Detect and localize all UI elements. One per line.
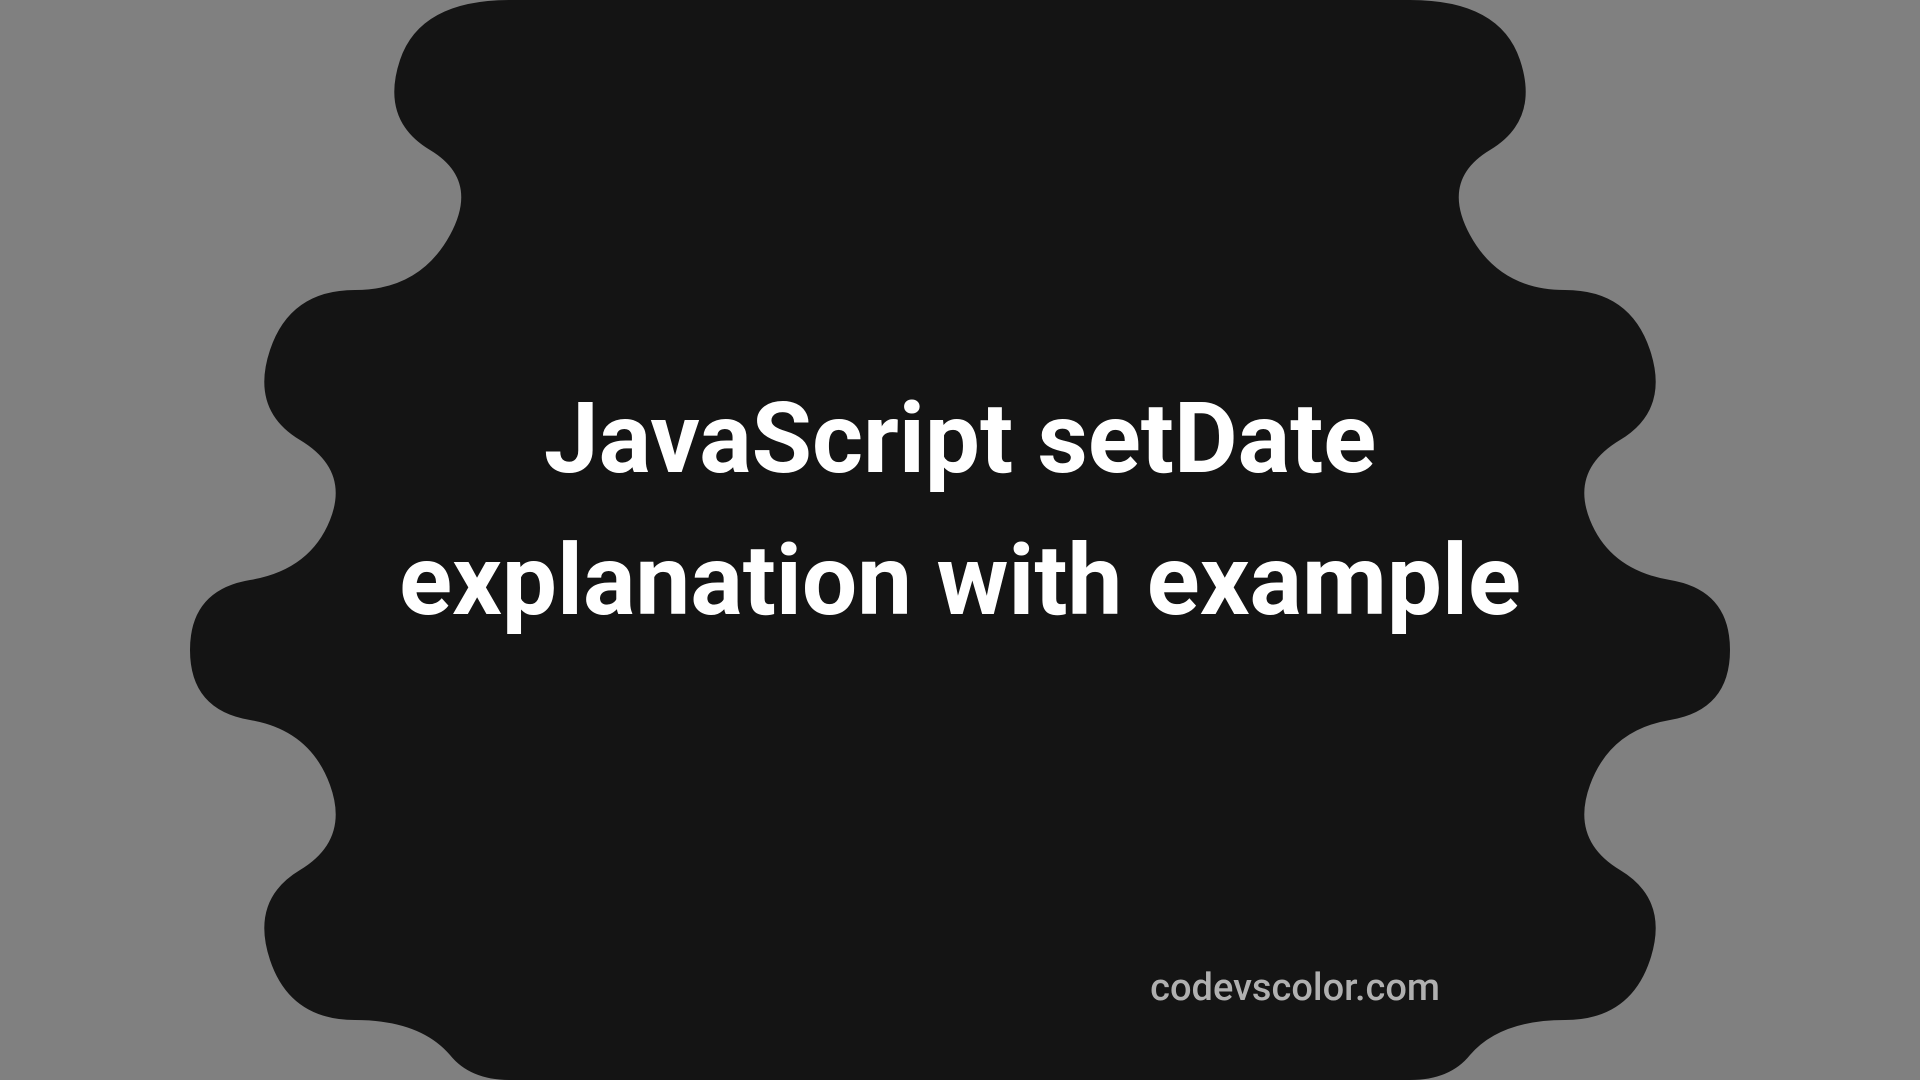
footer-credit: codevscolor.com [1150, 966, 1440, 1010]
content-area: JavaScript setDate explanation with exam… [190, 0, 1730, 1080]
hero-banner: JavaScript setDate explanation with exam… [190, 0, 1730, 1080]
page-title: JavaScript setDate explanation with exam… [390, 368, 1530, 652]
